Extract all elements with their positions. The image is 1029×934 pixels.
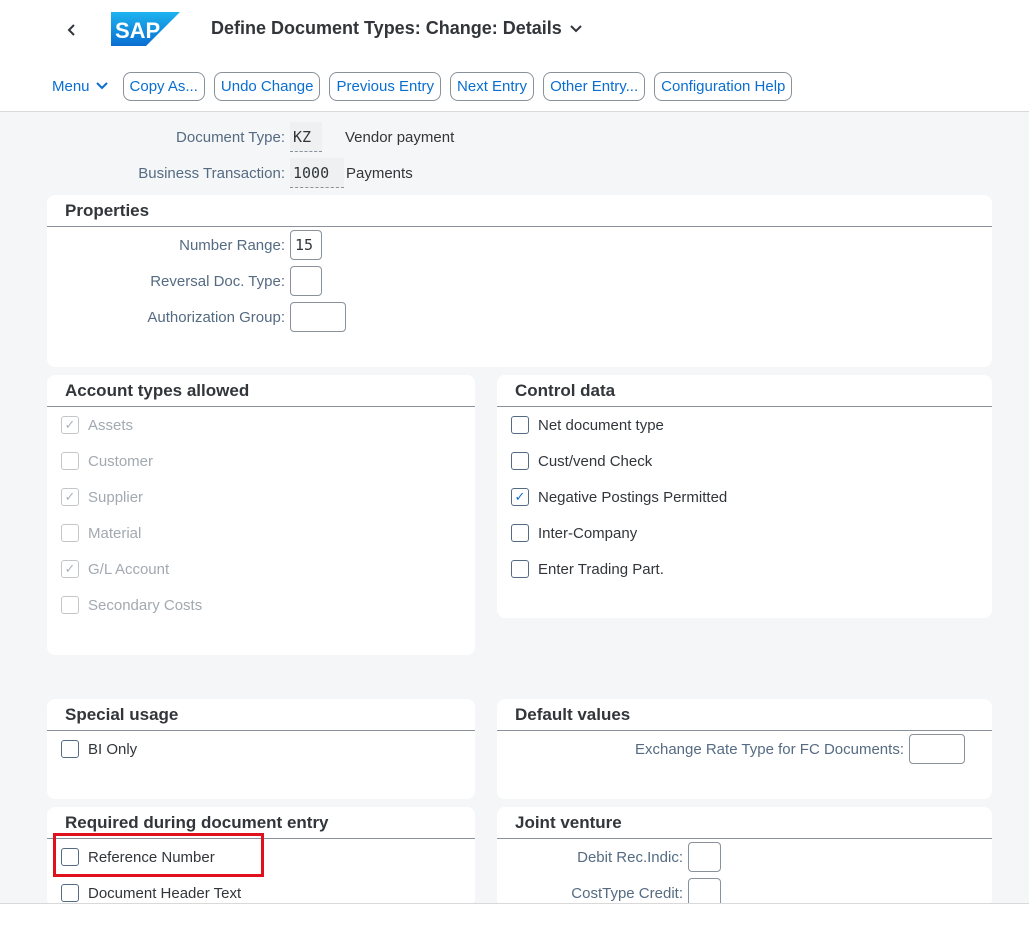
exchange-rate-input[interactable] — [909, 734, 965, 764]
authorization-group-label: Authorization Group: — [147, 308, 285, 326]
net-document-type-label: Net document type — [538, 416, 664, 434]
enter-trading-part-row[interactable]: Enter Trading Part. — [511, 557, 664, 581]
bi-only-checkbox[interactable] — [61, 740, 79, 758]
page-title[interactable]: Define Document Types: Change: Details — [211, 18, 582, 39]
authorization-group-row: Authorization Group: — [47, 302, 346, 332]
number-range-row: Number Range: 15 — [47, 230, 322, 260]
properties-panel: Properties Number Range: 15 Reversal Doc… — [47, 195, 992, 367]
secondary-costs-checkbox-row: Secondary Costs — [61, 593, 202, 617]
number-range-input[interactable]: 15 — [290, 230, 322, 260]
control-data-title: Control data — [497, 375, 992, 407]
assets-label: Assets — [88, 416, 134, 434]
chevron-left-icon — [67, 24, 75, 36]
supplier-label: Supplier — [88, 488, 144, 506]
next-entry-button[interactable]: Next Entry — [450, 71, 535, 101]
inter-company-label: Inter-Company — [538, 524, 638, 542]
cust-vend-check-label: Cust/vend Check — [538, 452, 653, 470]
reversal-doc-type-label: Reversal Doc. Type: — [150, 272, 285, 290]
special-usage-panel: Special usage BI Only — [47, 699, 475, 799]
chevron-down-icon — [95, 82, 108, 90]
assets-checkbox: ✓ — [61, 416, 79, 434]
debit-rec-indic-label: Debit Rec.Indic: — [577, 848, 683, 866]
cust-vend-check-checkbox[interactable] — [511, 452, 529, 470]
negative-postings-label: Negative Postings Permitted — [538, 488, 728, 506]
material-checkbox — [61, 524, 79, 542]
document-header-text-row[interactable]: Document Header Text — [61, 881, 241, 905]
reversal-doc-type-input[interactable] — [290, 266, 322, 296]
inter-company-row[interactable]: Inter-Company — [511, 521, 637, 545]
menu-button[interactable]: Menu — [52, 78, 114, 95]
footer-bar — [0, 903, 1029, 934]
material-label: Material — [88, 524, 142, 542]
secondary-costs-checkbox — [61, 596, 79, 614]
debit-rec-indic-row: Debit Rec.Indic: — [497, 842, 721, 872]
net-document-type-checkbox[interactable] — [511, 416, 529, 434]
other-entry-button[interactable]: Other Entry... — [543, 71, 646, 101]
toolbar: Menu Copy As... Undo Change Previous Ent… — [52, 71, 793, 101]
business-transaction-desc: Payments — [346, 164, 413, 182]
previous-entry-button[interactable]: Previous Entry — [329, 71, 442, 101]
bi-only-row[interactable]: BI Only — [61, 737, 137, 761]
enter-trading-part-checkbox[interactable] — [511, 560, 529, 578]
net-document-type-row[interactable]: Net document type — [511, 413, 664, 437]
reversal-doc-type-row: Reversal Doc. Type: — [47, 266, 322, 296]
number-range-label: Number Range: — [179, 236, 285, 254]
customer-checkbox — [61, 452, 79, 470]
properties-title: Properties — [47, 195, 992, 227]
business-transaction-row: Business Transaction: 1000 Payments — [0, 158, 413, 188]
material-checkbox-row: Material — [61, 521, 141, 545]
undo-change-button[interactable]: Undo Change — [213, 71, 321, 101]
configuration-help-button[interactable]: Configuration Help — [654, 71, 793, 101]
document-type-row: Document Type: KZ Vendor payment — [0, 122, 454, 152]
account-types-title: Account types allowed — [47, 375, 475, 407]
business-transaction-label: Business Transaction: — [138, 164, 285, 182]
shell-bar: SAP Define Document Types: Change: Detai… — [0, 0, 1029, 112]
control-data-panel: Control data Net document type Cust/vend… — [497, 375, 992, 618]
costtype-credit-label: CostType Credit: — [571, 884, 683, 902]
sap-logo[interactable]: SAP — [111, 12, 180, 46]
highlight-box — [53, 833, 264, 877]
gl-account-label: G/L Account — [88, 560, 170, 578]
bi-only-label: BI Only — [88, 740, 138, 758]
joint-venture-panel: Joint venture Debit Rec.Indic: CostType … — [497, 807, 992, 908]
exchange-rate-label: Exchange Rate Type for FC Documents: — [634, 740, 904, 758]
debit-rec-indic-input[interactable] — [688, 842, 721, 872]
negative-postings-checkbox[interactable]: ✓ — [511, 488, 529, 506]
joint-venture-title: Joint venture — [497, 807, 992, 839]
customer-checkbox-row: Customer — [61, 449, 153, 473]
default-values-panel: Default values Exchange Rate Type for FC… — [497, 699, 992, 799]
cust-vend-check-row[interactable]: Cust/vend Check — [511, 449, 652, 473]
supplier-checkbox-row: ✓ Supplier — [61, 485, 143, 509]
secondary-costs-label: Secondary Costs — [88, 596, 203, 614]
exchange-rate-row: Exchange Rate Type for FC Documents: — [497, 734, 965, 764]
document-header-text-checkbox[interactable] — [61, 884, 79, 902]
document-header-text-label: Document Header Text — [88, 884, 242, 902]
menu-label: Menu — [52, 77, 90, 95]
chevron-down-icon[interactable] — [570, 24, 582, 34]
account-types-panel: Account types allowed ✓ Assets Customer … — [47, 375, 475, 655]
enter-trading-part-label: Enter Trading Part. — [538, 560, 664, 578]
gl-account-checkbox-row: ✓ G/L Account — [61, 557, 169, 581]
special-usage-title: Special usage — [47, 699, 475, 731]
document-type-desc: Vendor payment — [345, 128, 455, 146]
gl-account-checkbox: ✓ — [61, 560, 79, 578]
document-type-label: Document Type: — [176, 128, 285, 146]
inter-company-checkbox[interactable] — [511, 524, 529, 542]
svg-text:SAP: SAP — [115, 18, 160, 43]
authorization-group-input[interactable] — [290, 302, 346, 332]
page-title-text: Define Document Types: Change: Details — [211, 18, 562, 38]
business-transaction-value[interactable]: 1000 — [290, 158, 344, 188]
negative-postings-row[interactable]: ✓ Negative Postings Permitted — [511, 485, 727, 509]
back-button[interactable] — [60, 18, 84, 42]
copy-as-button[interactable]: Copy As... — [122, 71, 205, 101]
default-values-title: Default values — [497, 699, 992, 731]
customer-label: Customer — [88, 452, 154, 470]
document-type-value[interactable]: KZ — [290, 122, 322, 152]
assets-checkbox-row: ✓ Assets — [61, 413, 133, 437]
supplier-checkbox: ✓ — [61, 488, 79, 506]
